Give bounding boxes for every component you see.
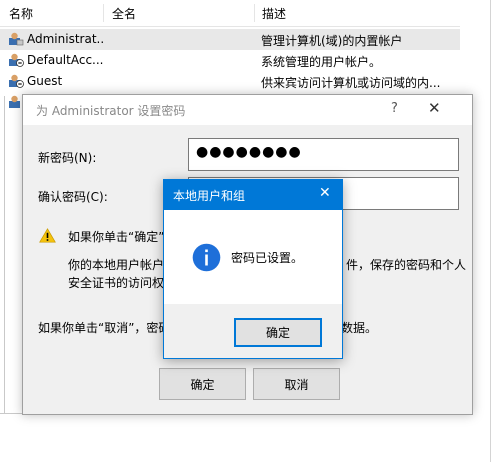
user-description: 系统管理的用户帐户。: [261, 55, 382, 69]
dialog-title-bar[interactable]: 为 Administrator 设置密码 ? ✕: [23, 95, 472, 125]
list-row-administrator[interactable]: Administrat... 管理计算机(域)的内置帐户: [0, 29, 460, 50]
user-name: Administrat...: [27, 32, 105, 46]
window-border: [0, 413, 22, 414]
list-row-guest[interactable]: Guest 供来宾访问计算机或访问域的内...: [0, 71, 460, 92]
disabled-user-icon: [9, 74, 24, 88]
ok-button[interactable]: 确定: [234, 318, 322, 347]
cancel-note-tail: 数据。: [341, 321, 378, 335]
close-button[interactable]: ✕: [428, 99, 441, 117]
column-header-full-name[interactable]: 全名: [112, 5, 136, 22]
new-password-value: ●●●●●●●●: [196, 144, 302, 160]
list-header: 名称 全名 描述: [0, 0, 460, 27]
user-description: 管理计算机(域)的内置帐户: [261, 34, 403, 48]
warning-icon: [39, 228, 56, 243]
cancel-note-text: 如果你单击“取消”，密码: [38, 321, 171, 335]
column-header-description[interactable]: 描述: [262, 5, 286, 22]
warning-text: 如果你单击“确定”: [68, 230, 165, 244]
column-header-name[interactable]: 名称: [9, 5, 33, 22]
window-border: [4, 96, 5, 414]
user-name: DefaultAcc...: [27, 53, 104, 67]
ok-button[interactable]: 确定: [159, 368, 246, 400]
help-button[interactable]: ?: [391, 101, 398, 116]
message-box-footer: 确定: [164, 304, 342, 358]
disabled-user-icon: [9, 53, 24, 67]
info-text-line1-tail: 件，保存的密码和个人: [346, 258, 467, 272]
new-password-field[interactable]: ●●●●●●●●: [188, 138, 459, 171]
window-border: [490, 0, 491, 462]
message-box: 本地用户和组 ✕ 密码已设置。 确定: [163, 179, 343, 359]
message-box-title: 本地用户和组: [173, 189, 246, 203]
info-text-line2: 安全证书的访问权: [68, 276, 165, 290]
cancel-button[interactable]: 取消: [253, 368, 340, 400]
list-row-defaultaccount[interactable]: DefaultAcc... 系统管理的用户帐户。: [0, 50, 460, 71]
user-name: Guest: [27, 74, 63, 88]
close-button[interactable]: ✕: [319, 185, 331, 201]
message-text: 密码已设置。: [231, 251, 304, 265]
new-password-label: 新密码(N):: [38, 151, 97, 165]
info-text-line1: 你的本地用户帐户: [68, 258, 165, 272]
confirm-password-label: 确认密码(C):: [38, 190, 108, 204]
message-box-title-bar[interactable]: 本地用户和组 ✕: [164, 180, 342, 210]
user-description: 供来宾访问计算机或访问域的内...: [261, 76, 441, 90]
info-icon: [192, 243, 221, 272]
column-divider[interactable]: [103, 4, 104, 22]
dialog-title: 为 Administrator 设置密码: [36, 104, 186, 118]
column-divider[interactable]: [254, 4, 255, 22]
user-icon: [9, 32, 24, 46]
